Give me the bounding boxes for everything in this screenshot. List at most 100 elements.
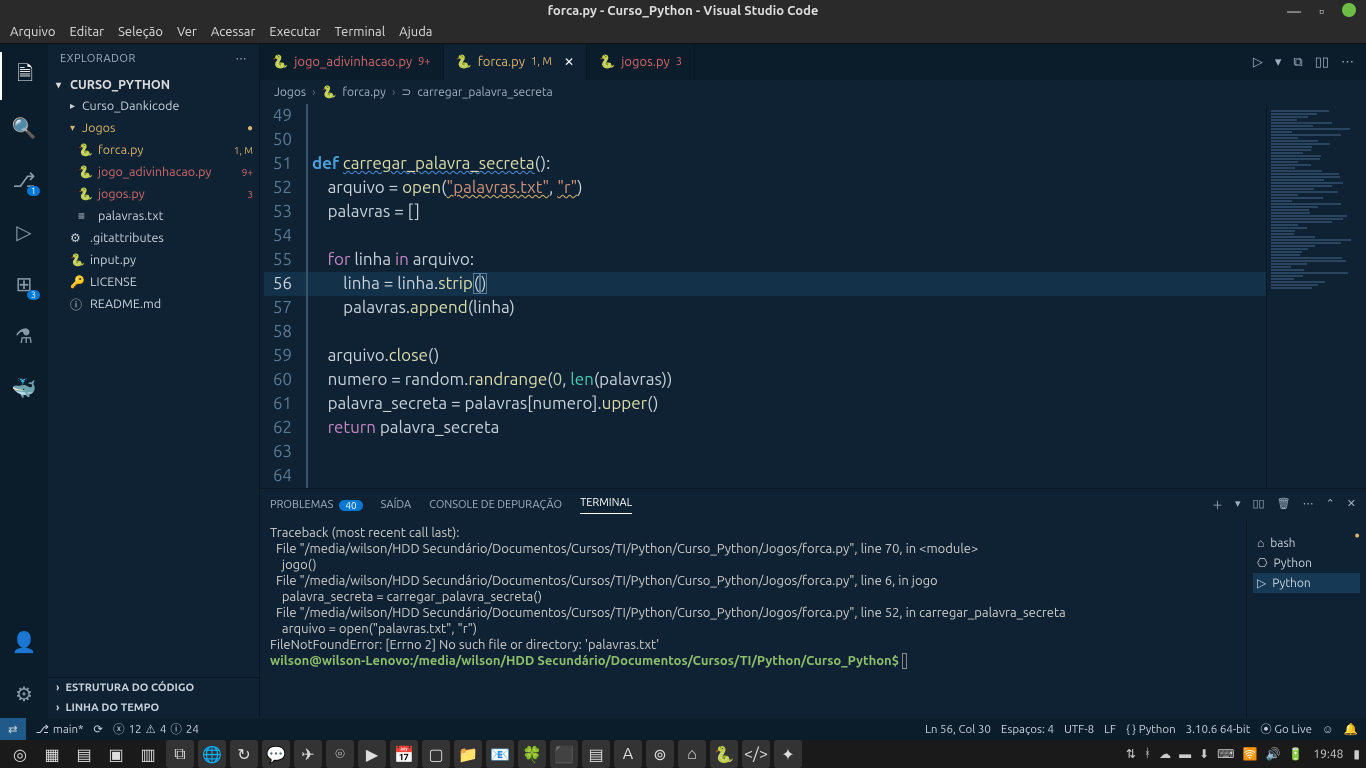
code-line[interactable]: 51def carregar_palavra_secreta(): [264,152,1266,176]
code-line[interactable]: 58 [264,320,1266,344]
file-forca-py[interactable]: 🐍forca.py1, M [48,139,259,161]
workspace-root[interactable]: ▾ CURSO_PYTHON [48,75,259,95]
taskbar-app-icon[interactable]: 📧 [486,740,514,768]
notifications-icon[interactable]: 🔔 [1344,722,1358,736]
minimap[interactable] [1266,104,1366,488]
taskbar-app-icon[interactable]: ✈ [294,740,322,768]
git-branch[interactable]: ⎇ main* [36,722,84,736]
taskbar-app-icon[interactable]: ▤ [582,740,610,768]
tray-icon[interactable]: ▬ [1179,747,1191,761]
tab-jogos-py[interactable]: 🐍jogos.py3 [587,44,695,80]
taskbar-app-icon[interactable]: 📅 [390,740,418,768]
diff-icon[interactable]: ⧉ [1293,55,1302,70]
code-line[interactable]: 55 for linha in arquivo: [264,248,1266,272]
terminal-shell-python[interactable]: ▷Python [1253,573,1360,593]
tray-icon[interactable]: ⇅ [1126,747,1136,761]
code-line[interactable]: 63 [264,440,1266,464]
menu-executar[interactable]: Executar [269,25,320,39]
timeline-section[interactable]: ›LINHA DO TEMPO [48,698,259,718]
maximize-panel-icon[interactable]: ⌃ [1326,497,1335,513]
breadcrumbs[interactable]: Jogos › 🐍 forca.py › ⊃ carregar_palavra_… [260,80,1366,104]
tab-more-icon[interactable]: ⋯ [1341,55,1354,70]
code-line[interactable]: 56 linha = linha.strip() [264,272,1266,296]
tab-jogo_adivinhacao-py[interactable]: 🐍jogo_adivinhacao.py9+ [260,44,444,80]
taskbar-app-icon[interactable]: ▢ [422,740,450,768]
explorer-icon[interactable]: 🗎 [0,52,48,100]
menu-selecao[interactable]: Seleção [118,25,163,39]
tray-icon[interactable]: 🛜 [1243,747,1258,761]
outline-section[interactable]: ›ESTRUTURA DO CÓDIGO [48,678,259,698]
file-jogos-py[interactable]: 🐍jogos.py3 [48,183,259,205]
taskbar-app-icon[interactable]: </> [742,740,770,768]
language-mode[interactable]: { } Python [1126,723,1176,736]
taskbar-app-icon[interactable]: 🍀 [518,740,546,768]
menu-editar[interactable]: Editar [69,25,104,39]
taskbar-app-icon[interactable]: ◎ [6,740,34,768]
go-live[interactable]: ⦿ Go Live [1260,721,1312,737]
panel-tab-terminal[interactable]: TERMINAL [580,497,632,514]
file-jogo_adivinhacao-py[interactable]: 🐍jogo_adivinhacao.py9+ [48,161,259,183]
scm-icon[interactable]: ⎇1 [0,156,48,204]
tray-icon[interactable]: ⬇ [1199,747,1209,761]
taskbar-app-icon[interactable]: 🐍 [710,740,738,768]
code-line[interactable]: 61 palavra_secreta = palavras[numero].up… [264,392,1266,416]
tray-icon[interactable]: ⌨ [1217,747,1234,761]
code-line[interactable]: 57 palavras.append(linha) [264,296,1266,320]
panel-tab-output[interactable]: SAÍDA [381,499,412,511]
menu-terminal[interactable]: Terminal [335,25,386,39]
debug-icon[interactable]: ▷ [0,208,48,256]
encoding[interactable]: UTF-8 [1064,723,1094,736]
tray-icon[interactable]: ᚼ [1144,747,1151,761]
taskbar-app-icon[interactable]: ⊚ [646,740,674,768]
eol[interactable]: LF [1104,723,1116,736]
taskbar-app-icon[interactable]: A [614,740,642,768]
code-line[interactable]: 60 numero = random.randrange(0, len(pala… [264,368,1266,392]
run-dropdown-icon[interactable]: ▾ [1275,55,1282,70]
code-line[interactable]: 49 [264,104,1266,128]
taskbar-app-icon[interactable]: ↻ [230,740,258,768]
folder-Curso_Dankicode[interactable]: ▸Curso_Dankicode [48,95,259,117]
folder-Jogos[interactable]: ▾Jogos● [48,117,259,139]
taskbar-app-icon[interactable]: 📁 [454,740,482,768]
sidebar-more-icon[interactable]: ⋯ [236,52,248,65]
terminal-dropdown-icon[interactable]: ▾ [1235,497,1241,513]
clock[interactable]: 19:48 [1313,748,1343,761]
code-line[interactable]: 64 [264,464,1266,488]
taskbar-app-icon[interactable]: ⌾ [326,740,354,768]
extensions-icon[interactable]: ⊞3 [0,260,48,308]
terminal[interactable]: Traceback (most recent call last): File … [260,521,1246,718]
tray-icon[interactable]: ☁ [1159,747,1171,761]
taskbar-app-icon[interactable]: ▶ [358,740,386,768]
taskbar-app-icon[interactable]: 🌐 [198,740,226,768]
split-terminal-icon[interactable]: ▯▯ [1252,497,1264,513]
new-terminal-icon[interactable]: ＋ [1212,497,1223,513]
taskbar-app-icon[interactable]: ▦ [38,740,66,768]
file-README-md[interactable]: ⓘREADME.md [48,293,259,315]
taskbar-app-icon[interactable]: ▥ [134,740,162,768]
code-line[interactable]: 53 palavras = [] [264,200,1266,224]
kill-terminal-icon[interactable]: 🗑 [1277,497,1291,513]
close-panel-icon[interactable]: ✕ [1347,497,1356,513]
menu-ajuda[interactable]: Ajuda [399,25,432,39]
feedback-icon[interactable]: ☺ [1322,723,1334,736]
status-problems[interactable]: ⓧ 12 ⚠ 4 ⓘ 24 [113,721,199,737]
taskbar-app-icon[interactable]: ⧉ [166,740,194,768]
python-version[interactable]: 3.10.6 64-bit [1186,723,1251,736]
panel-more-icon[interactable]: ⋯ [1303,497,1314,513]
git-sync[interactable]: ⟳ [93,722,103,736]
panel-tab-debug-console[interactable]: CONSOLE DE DEPURAÇÃO [429,499,562,511]
maximize-icon[interactable]: ▫ [1319,3,1324,19]
file-LICENSE[interactable]: 🔑LICENSE [48,271,259,293]
tray-icon[interactable]: 🔊 [1265,747,1280,761]
show-desktop-icon[interactable]: ▮ [1353,747,1360,761]
code-line[interactable]: 54 [264,224,1266,248]
tab-forca-py[interactable]: 🐍forca.py1, M✕ [444,44,587,80]
minimize-icon[interactable]: — [1287,3,1301,19]
code-editor[interactable]: 495051def carregar_palavra_secreta():52 … [260,104,1266,488]
panel-tab-problems[interactable]: PROBLEMAS 40 [270,499,363,511]
code-line[interactable]: 62 return palavra_secreta [264,416,1266,440]
code-line[interactable]: 50 [264,128,1266,152]
menu-acessar[interactable]: Acessar [211,25,256,39]
taskbar-app-icon[interactable]: ✦ [774,740,802,768]
cursor-position[interactable]: Ln 56, Col 30 [925,723,991,736]
